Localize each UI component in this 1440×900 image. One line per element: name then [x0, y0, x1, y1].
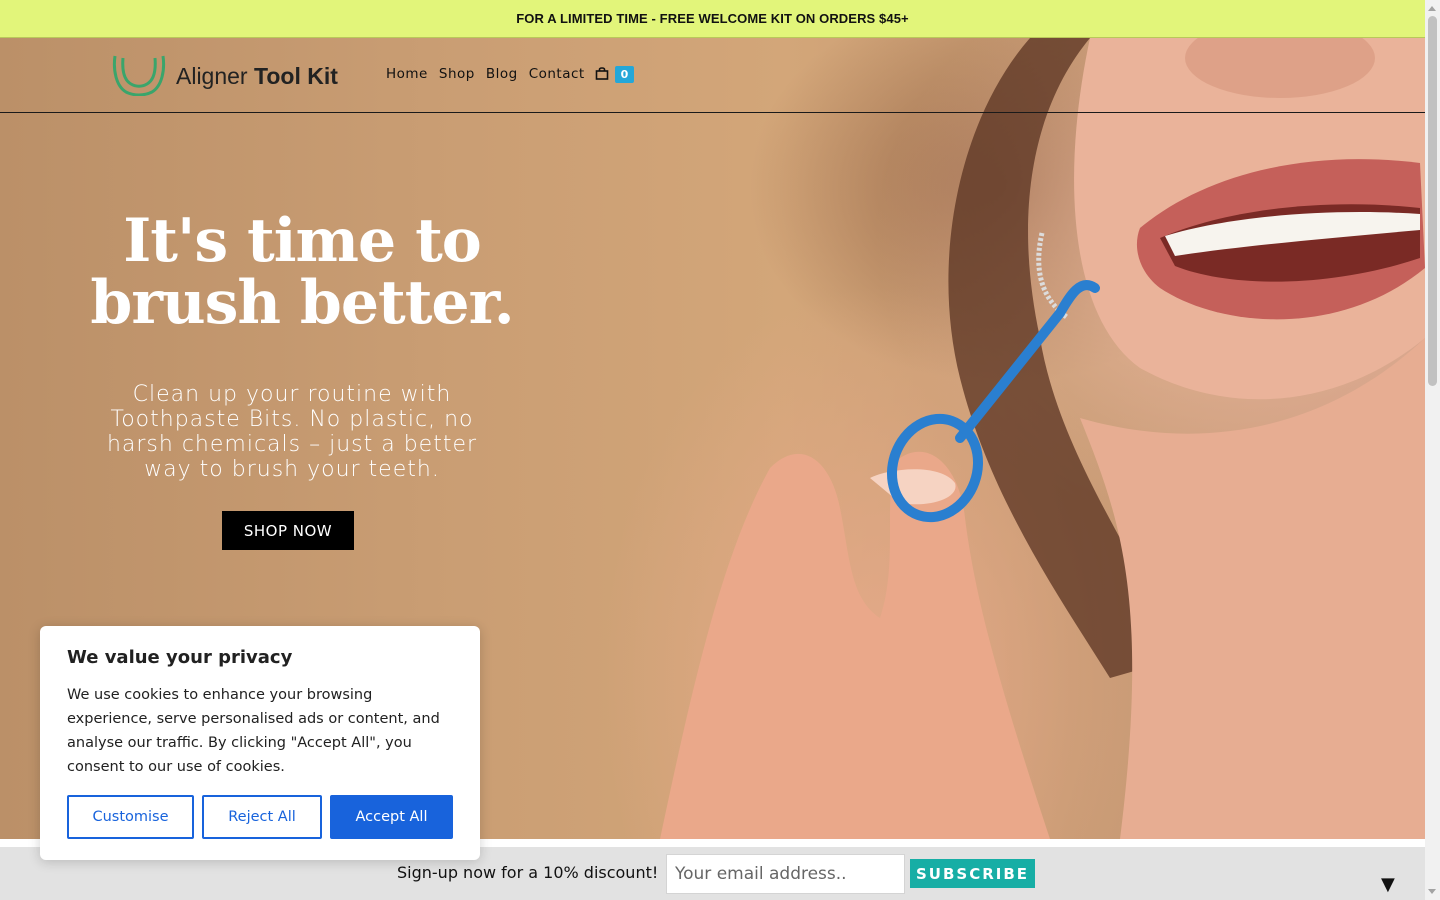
menu-item-shop[interactable]: Shop — [439, 66, 475, 82]
announcement-text: FOR A LIMITED TIME - FREE WELCOME KIT ON… — [516, 11, 909, 26]
main-menu: Home Shop Blog Contact — [386, 66, 585, 82]
hero-subtitle: Clean up your routine with Toothpaste Bi… — [106, 382, 478, 482]
cart-count-badge: 0 — [615, 66, 634, 83]
email-input[interactable] — [666, 854, 905, 894]
menu-item-contact[interactable]: Contact — [529, 66, 585, 82]
scroll-thumb[interactable] — [1428, 16, 1437, 386]
logo-text: Aligner Tool Kit — [176, 62, 338, 89]
announcement-bar: FOR A LIMITED TIME - FREE WELCOME KIT ON… — [0, 0, 1425, 38]
site-logo[interactable]: Aligner Tool Kit — [112, 52, 338, 100]
cookie-title: We value your privacy — [67, 647, 293, 668]
collapse-arrow-icon[interactable]: ▼ — [1381, 874, 1395, 895]
shopping-bag-icon — [595, 65, 609, 84]
scroll-up-arrow-icon[interactable] — [1428, 6, 1436, 11]
site-header: Aligner Tool Kit Home Shop Blog Contact … — [0, 38, 1425, 113]
hero-title: It's time to brush better. — [60, 210, 544, 334]
cart-button[interactable]: 0 — [595, 65, 634, 84]
hero-title-line-1: It's time to — [123, 206, 482, 276]
cookie-consent-dialog: We value your privacy We use cookies to … — [40, 626, 480, 860]
menu-item-home[interactable]: Home — [386, 66, 428, 82]
reject-all-button[interactable]: Reject All — [202, 795, 322, 839]
page-scrollbar[interactable] — [1425, 0, 1440, 900]
customise-button[interactable]: Customise — [67, 795, 194, 839]
accept-all-button[interactable]: Accept All — [330, 795, 453, 839]
hero-title-line-2: brush better. — [90, 268, 514, 338]
aligner-logo-icon — [112, 52, 166, 100]
scroll-down-arrow-icon[interactable] — [1428, 889, 1436, 894]
cookie-description: We use cookies to enhance your browsing … — [67, 687, 440, 775]
menu-item-blog[interactable]: Blog — [486, 66, 518, 82]
subscribe-button[interactable]: SUBSCRIBE — [910, 859, 1035, 888]
signup-text: Sign-up now for a 10% discount! — [397, 863, 659, 882]
shop-now-button[interactable]: SHOP NOW — [222, 511, 354, 550]
